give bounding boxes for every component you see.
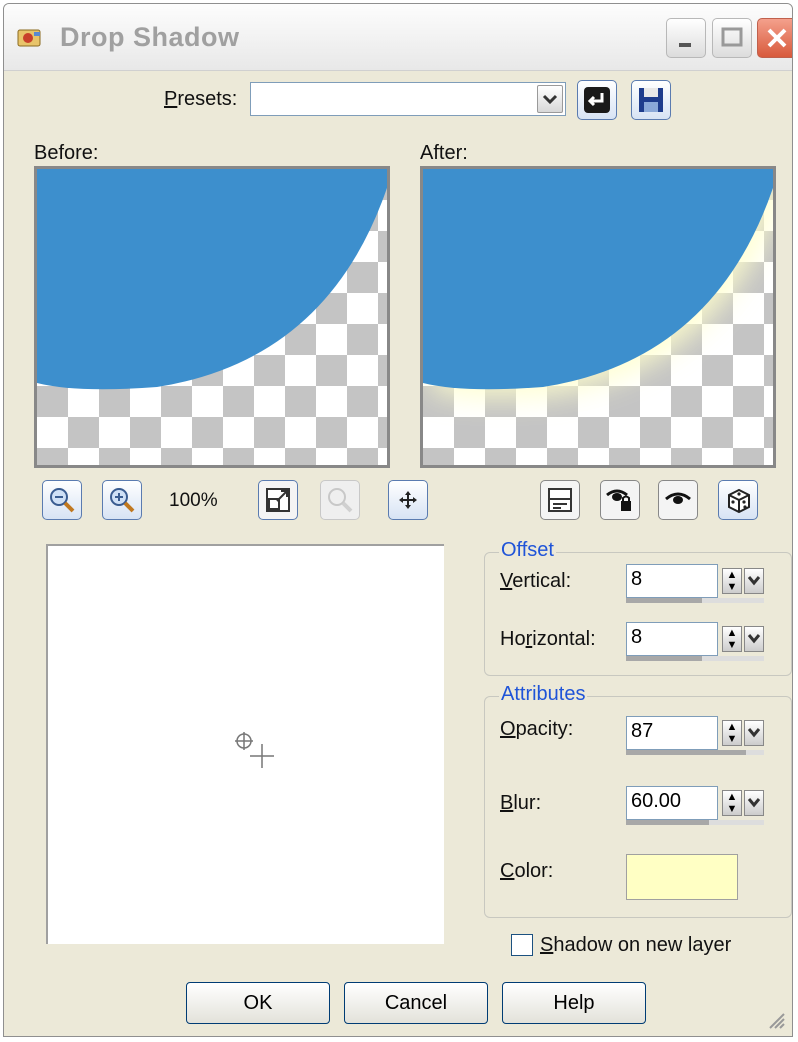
shadow-new-layer-label[interactable]: Shadow on new layer	[540, 934, 731, 957]
opacity-spinbox[interactable]: 87 ▲ ▼	[626, 716, 764, 756]
opacity-slider[interactable]	[626, 750, 764, 755]
offset-navigation-box[interactable]	[46, 544, 444, 944]
horizontal-label: Horizontal:	[500, 628, 596, 650]
maximize-icon	[721, 27, 743, 47]
blur-slider[interactable]	[626, 820, 764, 825]
blur-label: Blur:	[500, 792, 542, 814]
after-label: After:	[420, 142, 468, 164]
zoom-fit-button[interactable]	[258, 480, 298, 520]
reset-preset-button[interactable]	[577, 80, 617, 120]
show-navigation-button[interactable]	[540, 480, 580, 520]
zoom-out-icon	[50, 488, 75, 513]
crosshair-icon	[235, 732, 274, 768]
after-preview[interactable]	[420, 166, 776, 468]
fit-window-icon	[266, 488, 290, 512]
floppy-disk-icon	[639, 88, 663, 112]
chevron-down-icon	[747, 728, 761, 738]
eye-lock-icon	[606, 489, 631, 511]
opacity-label: Opacity:	[500, 718, 574, 740]
vertical-input[interactable]: 8	[626, 564, 718, 598]
vertical-up-down[interactable]: ▲ ▼	[722, 568, 742, 594]
before-label: Before:	[34, 142, 99, 164]
blur-input[interactable]: 60.00	[626, 786, 718, 820]
attributes-group-title: Attributes	[499, 683, 588, 706]
vertical-spinbox[interactable]: 8 ▲ ▼	[626, 564, 764, 604]
before-preview[interactable]	[34, 166, 390, 468]
drop-shadow-dialog: Drop Shadow Presets: Before: After: 100%…	[3, 3, 793, 1037]
cancel-button[interactable]: Cancel	[344, 982, 488, 1024]
shadow-color-swatch[interactable]	[626, 854, 738, 900]
horizontal-input[interactable]: 8	[626, 622, 718, 656]
reset-arrow-icon	[584, 87, 610, 113]
ok-button[interactable]: OK	[186, 982, 330, 1024]
horizontal-up-down[interactable]: ▲ ▼	[722, 626, 742, 652]
blur-up-down[interactable]: ▲ ▼	[722, 790, 742, 816]
horizontal-spinbox[interactable]: 8 ▲ ▼	[626, 622, 764, 662]
chevron-down-icon	[747, 634, 761, 644]
randomize-button[interactable]	[718, 480, 758, 520]
chevron-down-icon	[747, 798, 761, 808]
app-icon	[17, 29, 41, 47]
zoom-level: 100%	[169, 490, 218, 511]
vertical-label: Vertical:	[500, 570, 572, 592]
maximize-button[interactable]	[712, 18, 752, 58]
move-icon	[399, 491, 417, 509]
minimize-button[interactable]	[666, 18, 706, 58]
after-shape	[423, 169, 773, 398]
blur-slider-fill	[626, 820, 709, 825]
eye-icon	[665, 492, 691, 504]
close-icon	[767, 28, 787, 48]
zoom-actual-button[interactable]	[320, 480, 360, 520]
presets-combobox[interactable]	[250, 82, 566, 116]
dice-icon	[728, 488, 750, 514]
auto-proof-button[interactable]	[658, 480, 698, 520]
horizontal-slider-fill	[626, 656, 702, 661]
blur-dropdown[interactable]	[744, 790, 764, 816]
before-shape	[37, 169, 387, 390]
pan-button[interactable]	[388, 480, 428, 520]
vertical-dropdown[interactable]	[744, 568, 764, 594]
close-button[interactable]	[757, 18, 792, 58]
color-label: Color:	[500, 860, 554, 882]
presets-label: Presets:	[164, 88, 238, 110]
vertical-slider[interactable]	[626, 598, 764, 603]
opacity-up-down[interactable]: ▲ ▼	[722, 720, 742, 746]
shadow-new-layer-checkbox[interactable]	[511, 934, 533, 956]
chevron-down-icon	[542, 94, 558, 105]
opacity-input[interactable]: 87	[626, 716, 718, 750]
opacity-slider-fill	[626, 750, 747, 755]
presets-dropdown-button[interactable]	[537, 85, 563, 113]
blur-spinbox[interactable]: 60.00 ▲ ▼	[626, 786, 764, 826]
zoom-in-button[interactable]	[102, 480, 142, 520]
zoom-out-button[interactable]	[42, 480, 82, 520]
title-bar[interactable]: Drop Shadow	[4, 4, 792, 71]
offset-group-title: Offset	[499, 539, 556, 562]
window-title: Drop Shadow	[60, 22, 240, 52]
chevron-down-icon	[747, 576, 761, 586]
minimize-icon	[679, 43, 691, 47]
save-preset-button[interactable]	[631, 80, 671, 120]
zoom-in-icon	[110, 488, 135, 513]
horizontal-slider[interactable]	[626, 656, 764, 661]
proof-button[interactable]	[600, 480, 640, 520]
opacity-dropdown[interactable]	[744, 720, 764, 746]
help-button[interactable]: Help	[502, 982, 646, 1024]
navigation-panel-icon	[548, 488, 572, 512]
horizontal-dropdown[interactable]	[744, 626, 764, 652]
resize-grip-icon[interactable]	[766, 1010, 786, 1030]
zoom-actual-icon	[328, 488, 353, 513]
vertical-slider-fill	[626, 598, 702, 603]
